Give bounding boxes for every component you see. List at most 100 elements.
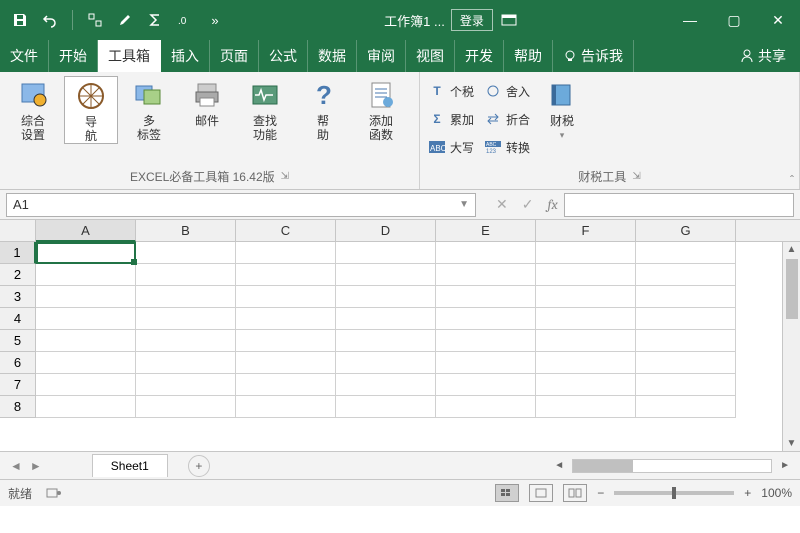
cell[interactable] [336, 242, 436, 264]
tab-page[interactable]: 页面 [210, 40, 259, 72]
dropdown-icon[interactable]: ▼ [459, 199, 469, 210]
cell[interactable] [236, 396, 336, 418]
cell[interactable] [536, 308, 636, 330]
vertical-scrollbar[interactable]: ▲ ▼ [782, 242, 800, 451]
cell[interactable] [336, 374, 436, 396]
row-header[interactable]: 8 [0, 396, 36, 418]
touch-icon[interactable] [85, 10, 105, 30]
brush-icon[interactable] [115, 10, 135, 30]
help-button[interactable]: ? 帮助 [296, 76, 350, 142]
cell[interactable] [336, 396, 436, 418]
cell[interactable] [336, 352, 436, 374]
tab-view[interactable]: 视图 [406, 40, 455, 72]
close-button[interactable]: ✕ [756, 0, 800, 40]
uppercase-button[interactable]: ABC大写 [428, 134, 474, 160]
fx-icon[interactable]: fx [547, 196, 557, 213]
tab-dev[interactable]: 开发 [455, 40, 504, 72]
ribbon-display-icon[interactable] [499, 10, 519, 30]
cell[interactable] [136, 374, 236, 396]
cell[interactable] [136, 242, 236, 264]
cell[interactable] [136, 396, 236, 418]
cell[interactable] [36, 396, 136, 418]
col-header[interactable]: A [36, 220, 136, 242]
cell[interactable] [336, 330, 436, 352]
cell[interactable] [136, 264, 236, 286]
cell[interactable] [236, 264, 336, 286]
cell[interactable] [36, 308, 136, 330]
col-header[interactable]: C [236, 220, 336, 242]
cell[interactable] [536, 330, 636, 352]
tab-review[interactable]: 审阅 [357, 40, 406, 72]
zoom-in-icon[interactable]: + [744, 486, 751, 500]
hscroll-track[interactable] [572, 459, 772, 473]
page-break-button[interactable] [563, 484, 587, 502]
cell[interactable] [236, 374, 336, 396]
cell[interactable] [36, 264, 136, 286]
mail-button[interactable]: 邮件 [180, 76, 234, 142]
cell[interactable] [636, 264, 736, 286]
cell[interactable] [636, 242, 736, 264]
cell[interactable] [536, 396, 636, 418]
cell[interactable] [36, 242, 136, 264]
cell[interactable] [36, 352, 136, 374]
cell[interactable] [436, 374, 536, 396]
cell[interactable] [436, 264, 536, 286]
cell[interactable] [636, 374, 736, 396]
collapse-ribbon-icon[interactable]: ˆ [790, 173, 794, 187]
cell[interactable] [436, 242, 536, 264]
cell[interactable] [136, 286, 236, 308]
name-box[interactable]: A1▼ [6, 193, 476, 217]
hscroll-thumb[interactable] [573, 460, 633, 472]
row-header[interactable]: 4 [0, 308, 36, 330]
next-sheet-icon[interactable]: ► [30, 459, 42, 473]
col-header[interactable]: G [636, 220, 736, 242]
cell[interactable] [436, 352, 536, 374]
minimize-button[interactable]: — [668, 0, 712, 40]
undo-icon[interactable] [40, 10, 60, 30]
col-header[interactable]: E [436, 220, 536, 242]
row-header[interactable]: 2 [0, 264, 36, 286]
personal-tax-button[interactable]: T个税 [428, 78, 474, 104]
tax-menu-button[interactable]: 财税▾ [538, 76, 586, 142]
more-icon[interactable]: » [205, 10, 225, 30]
cell[interactable] [236, 308, 336, 330]
cell[interactable] [36, 374, 136, 396]
zoom-label[interactable]: 100% [761, 486, 792, 500]
sum-icon[interactable] [145, 10, 165, 30]
addfunc-button[interactable]: 添加函数 [354, 76, 408, 142]
find-button[interactable]: 查找功能 [238, 76, 292, 142]
zoom-thumb[interactable] [672, 487, 676, 499]
zoom-slider[interactable] [614, 491, 734, 495]
cell[interactable] [336, 264, 436, 286]
share-button[interactable]: 共享 [726, 40, 800, 72]
tab-tools[interactable]: 工具箱 [98, 40, 161, 72]
cell[interactable] [236, 330, 336, 352]
cell[interactable] [136, 352, 236, 374]
col-header[interactable]: B [136, 220, 236, 242]
row-header[interactable]: 7 [0, 374, 36, 396]
enter-icon[interactable]: ✓ [522, 196, 534, 213]
cell[interactable] [636, 330, 736, 352]
cell[interactable] [536, 374, 636, 396]
scroll-down-icon[interactable]: ▼ [787, 436, 797, 451]
normal-view-button[interactable] [495, 484, 519, 502]
accumulate-button[interactable]: Σ累加 [428, 106, 474, 132]
convert-button[interactable]: ABC123转换 [484, 134, 530, 160]
col-header[interactable]: D [336, 220, 436, 242]
cell[interactable] [236, 286, 336, 308]
sheet-tab[interactable]: Sheet1 [92, 454, 168, 477]
zoom-out-icon[interactable]: − [597, 486, 604, 500]
row-header[interactable]: 5 [0, 330, 36, 352]
cell[interactable] [136, 330, 236, 352]
macro-record-icon[interactable] [46, 486, 62, 500]
cell[interactable] [636, 286, 736, 308]
maximize-button[interactable]: ▢ [712, 0, 756, 40]
row-header[interactable]: 3 [0, 286, 36, 308]
settings-button[interactable]: 综合设置 [6, 76, 60, 142]
cell[interactable] [536, 264, 636, 286]
cell[interactable] [336, 308, 436, 330]
cell[interactable] [636, 308, 736, 330]
page-layout-button[interactable] [529, 484, 553, 502]
cell[interactable] [236, 242, 336, 264]
cell[interactable] [536, 242, 636, 264]
